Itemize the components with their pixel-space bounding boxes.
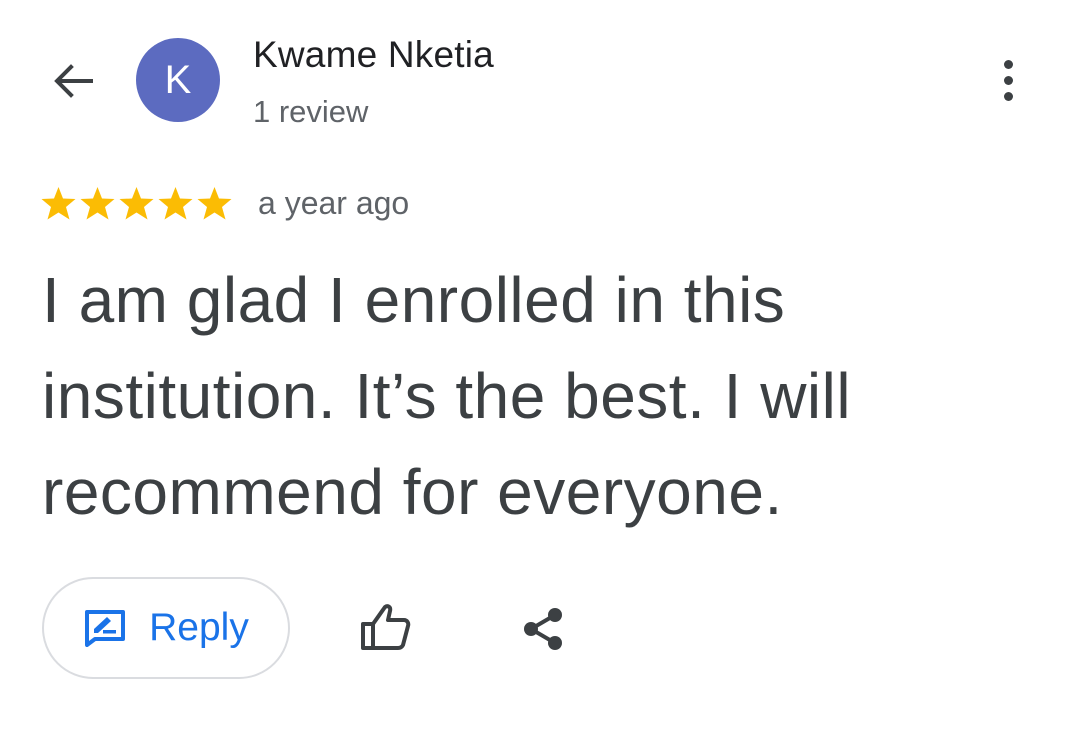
more-options-button[interactable]	[980, 52, 1036, 108]
avatar-letter: K	[164, 57, 192, 102]
thumb-up-icon	[361, 604, 411, 650]
review-card: K Kwame Nketia 1 review a year ago I am …	[0, 0, 1080, 747]
star-filled-icon	[80, 187, 115, 220]
share-icon	[524, 608, 562, 650]
review-time: a year ago	[258, 185, 410, 221]
star-filled-icon	[119, 187, 154, 220]
star-rating	[40, 185, 233, 222]
arrow-back-icon	[54, 64, 93, 98]
star-filled-icon	[158, 187, 193, 220]
more-vert-icon-dot	[1003, 91, 1013, 101]
reviewer-name[interactable]: Kwame Nketia	[253, 34, 494, 76]
avatar[interactable]: K	[136, 38, 220, 122]
back-button[interactable]	[42, 50, 104, 112]
star-filled-icon	[197, 187, 232, 220]
like-button[interactable]	[355, 599, 415, 655]
reply-label: Reply	[149, 606, 249, 649]
more-vert-icon-dot	[1003, 75, 1013, 85]
review-text: I am glad I enrolled in this institution…	[42, 264, 852, 528]
reply-button[interactable]: Reply	[42, 577, 290, 679]
more-vert-icon-dot	[1003, 59, 1013, 69]
rate-review-icon	[85, 610, 126, 647]
star-filled-icon	[41, 187, 76, 220]
review-count: 1 review	[253, 94, 369, 129]
share-button[interactable]	[515, 603, 571, 655]
